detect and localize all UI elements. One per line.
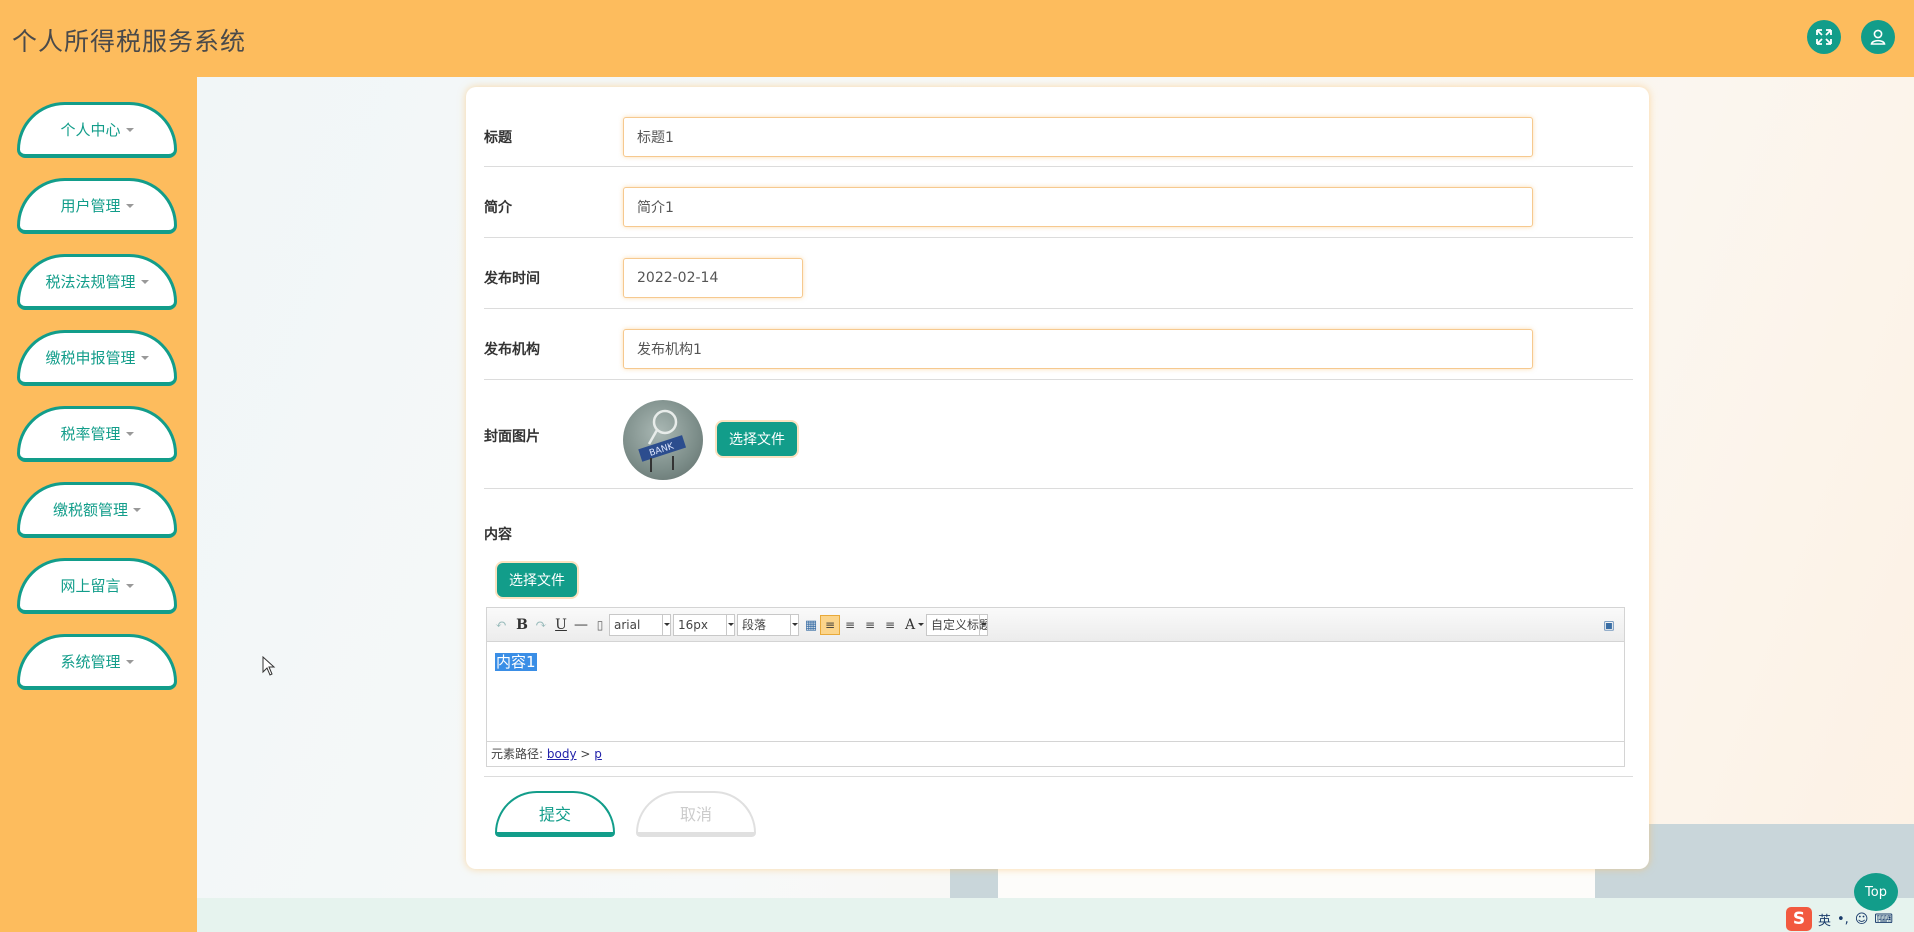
- caret-down-icon: [126, 432, 134, 436]
- table-icon[interactable]: ▦: [801, 615, 821, 635]
- sidebar-item-label: 税率管理: [60, 423, 120, 444]
- bank-image-icon: BANK: [623, 400, 703, 480]
- form-row-title: 标题 标题1: [484, 87, 1633, 167]
- cancel-button[interactable]: 取消: [636, 791, 756, 837]
- form-card: 标题 标题1 简介 简介1 发布时间 2022-02-14 发布机构 发布机构1…: [466, 87, 1649, 869]
- page-icon[interactable]: ▯: [590, 615, 610, 635]
- underline-icon[interactable]: U: [551, 615, 571, 635]
- dropdown-arrow-icon: [726, 615, 734, 635]
- editor-content-area[interactable]: 内容1: [487, 642, 1624, 742]
- editor-element-path: 元素路径: body > p: [487, 741, 1624, 766]
- org-label: 发布机构: [484, 339, 540, 359]
- sidebar-item-label: 个人中心: [60, 119, 120, 140]
- sidebar-item-tax-rate[interactable]: 税率管理: [17, 406, 177, 462]
- emoji-icon: ☺: [1855, 912, 1869, 927]
- form-row-date: 发布时间 2022-02-14: [484, 238, 1633, 309]
- font-family-select[interactable]: arial: [609, 614, 671, 636]
- font-color-icon[interactable]: A: [900, 615, 920, 635]
- dropdown-arrow-icon[interactable]: [918, 623, 924, 626]
- font-size-select[interactable]: 16px: [673, 614, 735, 636]
- user-button[interactable]: [1861, 20, 1895, 54]
- sidebar-item-label: 系统管理: [60, 651, 120, 672]
- sidebar-item-label: 缴税额管理: [53, 499, 128, 520]
- cover-image: BANK: [623, 400, 703, 480]
- dropdown-arrow-icon: [662, 615, 670, 635]
- svg-text:BANK: BANK: [648, 441, 676, 459]
- mouse-cursor-icon: [262, 656, 276, 676]
- form-row-intro: 简介 简介1: [484, 167, 1633, 238]
- caret-down-icon: [126, 660, 134, 664]
- editor-toolbar: ↶ B ↷ U — ▯ arial 16px 段落 ▦ ≡ ≡ ≡ ≡ A 自定…: [487, 608, 1624, 642]
- content-choose-file-button[interactable]: 选择文件: [495, 561, 579, 599]
- sidebar-item-label: 用户管理: [60, 195, 120, 216]
- undo-icon[interactable]: ↶: [491, 615, 511, 635]
- date-input[interactable]: 2022-02-14: [623, 258, 803, 298]
- caret-down-icon: [133, 508, 141, 512]
- caret-down-icon: [126, 204, 134, 208]
- submit-button[interactable]: 提交: [495, 791, 615, 837]
- intro-label: 简介: [484, 197, 512, 217]
- user-icon: [1869, 28, 1887, 46]
- sidebar-item-personal-center[interactable]: 个人中心: [17, 102, 177, 158]
- sidebar: 个人中心 用户管理 税法法规管理 缴税申报管理 税率管理 缴税额管理 网上留言 …: [0, 77, 197, 932]
- caret-down-icon: [126, 584, 134, 588]
- path-separator: >: [580, 747, 590, 761]
- form-row-cover: 封面图片 BANK 选择文件: [484, 380, 1633, 489]
- sogou-logo-icon: S: [1786, 907, 1812, 931]
- cover-label: 封面图片: [484, 426, 540, 446]
- paragraph-select[interactable]: 段落: [737, 614, 799, 636]
- sidebar-item-online-message[interactable]: 网上留言: [17, 558, 177, 614]
- ime-punctuation: •,: [1837, 912, 1849, 927]
- caret-down-icon: [141, 356, 149, 360]
- horizontal-rule-icon[interactable]: —: [571, 615, 591, 635]
- align-center-icon[interactable]: ≡: [860, 615, 880, 635]
- title-input[interactable]: 标题1: [623, 117, 1533, 157]
- align-left-icon[interactable]: ≡: [820, 615, 840, 635]
- dropdown-arrow-icon: [790, 615, 798, 635]
- sidebar-item-system-management[interactable]: 系统管理: [17, 634, 177, 690]
- expand-icon: [1815, 28, 1833, 46]
- align-justify-icon[interactable]: ≡: [880, 615, 900, 635]
- header-bar: 个人所得税服务系统: [0, 0, 1914, 77]
- content-label: 内容: [484, 524, 512, 544]
- editor-content-text: 内容1: [495, 653, 537, 671]
- sidebar-item-tax-amount[interactable]: 缴税额管理: [17, 482, 177, 538]
- font-family-value: arial: [614, 618, 640, 632]
- path-body-link[interactable]: body: [547, 747, 577, 761]
- rich-text-editor: ↶ B ↷ U — ▯ arial 16px 段落 ▦ ≡ ≡ ≡ ≡ A 自定…: [486, 607, 1625, 767]
- path-p-link[interactable]: p: [594, 747, 602, 761]
- date-label: 发布时间: [484, 268, 540, 288]
- title-label: 标题: [484, 127, 512, 147]
- org-input[interactable]: 发布机构1: [623, 329, 1533, 369]
- sidebar-item-label: 税法法规管理: [45, 271, 135, 292]
- align-right-icon[interactable]: ≡: [840, 615, 860, 635]
- redo-icon[interactable]: ↷: [531, 615, 551, 635]
- bold-icon[interactable]: B: [512, 615, 532, 635]
- caret-down-icon: [126, 128, 134, 132]
- font-size-value: 16px: [678, 618, 708, 632]
- intro-input[interactable]: 简介1: [623, 187, 1533, 227]
- keyboard-icon: ⌨: [1874, 912, 1893, 927]
- sidebar-item-label: 缴税申报管理: [45, 347, 135, 368]
- sidebar-item-tax-law[interactable]: 税法法规管理: [17, 254, 177, 310]
- fullscreen-button[interactable]: [1807, 20, 1841, 54]
- sidebar-item-tax-declaration[interactable]: 缴税申报管理: [17, 330, 177, 386]
- caret-down-icon: [141, 280, 149, 284]
- sidebar-item-label: 网上留言: [60, 575, 120, 596]
- ime-indicator[interactable]: S 英 •, ☺ ⌨: [1786, 906, 1914, 932]
- app-title: 个人所得税服务系统: [12, 22, 246, 58]
- source-code-icon[interactable]: ▣: [1599, 615, 1619, 635]
- custom-title-select[interactable]: 自定义标题: [926, 614, 988, 636]
- cover-choose-file-button[interactable]: 选择文件: [715, 420, 799, 458]
- element-path-label: 元素路径:: [491, 747, 543, 761]
- form-row-org: 发布机构 发布机构1: [484, 309, 1633, 380]
- sidebar-item-user-management[interactable]: 用户管理: [17, 178, 177, 234]
- divider: [484, 776, 1633, 777]
- background-band: [197, 898, 1914, 932]
- dropdown-arrow-icon: [979, 615, 987, 635]
- ime-language: 英: [1818, 910, 1831, 929]
- paragraph-value: 段落: [742, 618, 766, 632]
